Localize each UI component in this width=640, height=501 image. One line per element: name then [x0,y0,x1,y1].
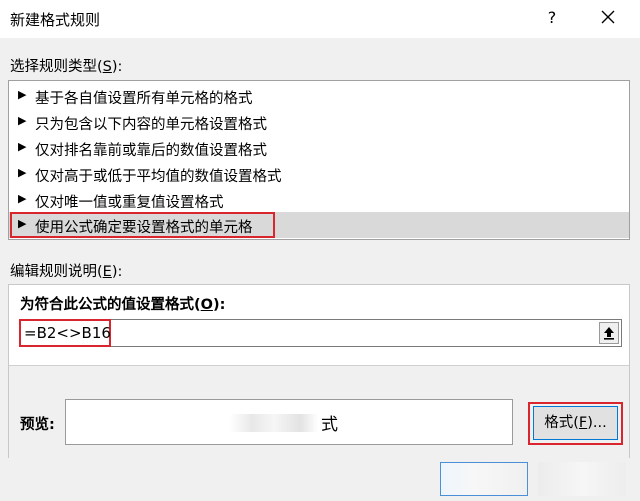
formula-value: =B2<>B16 [24,324,111,342]
rule-type-label-suffix: ): [111,59,123,75]
format-button-suffix: )... [587,415,607,431]
triangle-right-icon: ▶ [18,217,27,230]
cancel-button[interactable] [538,462,626,496]
rule-type-label-key: S [102,59,112,75]
rule-type-item-label: 使用公式确定要设置格式的单元格 [35,220,253,236]
preview-box: 式 [65,399,513,445]
rule-type-item-label: 仅对高于或低于平均值的数值设置格式 [35,169,282,185]
rule-description-label-prefix: 编辑规则说明( [10,264,103,280]
formula-label-suffix: ): [212,297,226,313]
rule-type-item-label: 仅对排名靠前或靠后的数值设置格式 [35,143,267,159]
preview-text: 式 [321,415,338,435]
rule-type-item-label: 仅对唯一值或重复值设置格式 [35,195,224,211]
format-button-key: F [578,415,588,431]
rule-type-label-prefix: 选择规则类型( [10,59,103,75]
rule-type-item-label: 只为包含以下内容的单元格设置格式 [35,117,267,133]
rule-type-item[interactable]: ▶ 基于各自值设置所有单元格的格式 [9,83,629,109]
new-format-rule-dialog: 新建格式规则 ? 选择规则类型(S): ▶ 基于各自值设置所有单元格的格式 ▶ … [0,0,640,501]
rule-type-list[interactable]: ▶ 基于各自值设置所有单元格的格式 ▶ 只为包含以下内容的单元格设置格式 ▶ 仅… [8,80,630,240]
rule-type-item[interactable]: ▶ 仅对唯一值或重复值设置格式 [9,187,629,213]
rule-description-label-suffix: ): [111,264,123,280]
rule-type-label: 选择规则类型(S): [10,55,122,76]
rule-description-label-key: E [102,264,112,280]
close-button[interactable] [593,4,623,32]
format-button[interactable]: 格式(F)... [533,406,618,440]
title-bar: 新建格式规则 ? [0,0,640,38]
rule-type-item-selected[interactable]: ▶ 使用公式确定要设置格式的单元格 [9,212,629,238]
rule-type-item[interactable]: ▶ 仅对高于或低于平均值的数值设置格式 [9,161,629,187]
formula-label-prefix: 为符合此公式的值设置格式( [20,297,201,313]
upload-arrow-icon [604,327,614,340]
rule-description-panel: 为符合此公式的值设置格式(O): =B2<>B16 预览: 式 格式(F)... [8,284,630,458]
rule-description-label: 编辑规则说明(E): [10,260,122,281]
rule-type-item-label: 基于各自值设置所有单元格的格式 [35,91,253,107]
dialog-title: 新建格式规则 [10,11,101,29]
rule-type-item[interactable]: ▶ 仅对排名靠前或靠后的数值设置格式 [9,135,629,161]
triangle-right-icon: ▶ [18,140,27,153]
triangle-right-icon: ▶ [18,114,27,127]
preview-blur [230,414,318,432]
triangle-right-icon: ▶ [18,192,27,205]
rule-type-item[interactable]: ▶ 只为包含以下内容的单元格设置格式 [9,109,629,135]
close-icon [601,10,615,24]
format-button-prefix: 格式( [544,415,579,431]
triangle-right-icon: ▶ [18,166,27,179]
range-collapse-button[interactable] [599,322,619,344]
triangle-right-icon: ▶ [18,88,27,101]
help-button[interactable]: ? [537,4,567,32]
formula-input[interactable]: =B2<>B16 [19,319,622,347]
ok-button[interactable] [440,462,528,496]
preview-label: 预览: [20,417,55,433]
formula-label-key: O [200,297,213,313]
formula-label: 为符合此公式的值设置格式(O): [20,293,225,314]
